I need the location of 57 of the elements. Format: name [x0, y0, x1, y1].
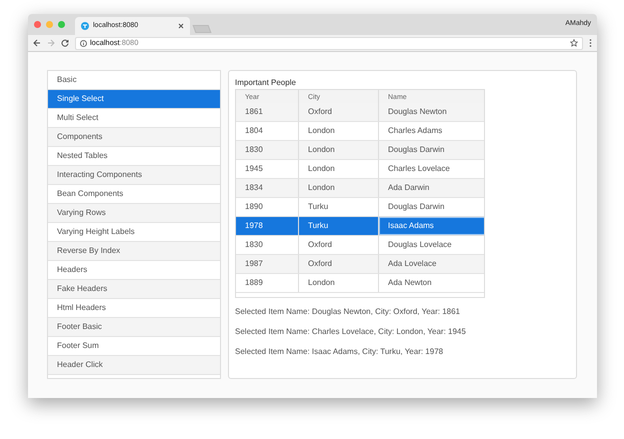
table-cell: 1830 — [236, 141, 299, 159]
panel-title: Important People — [235, 77, 297, 89]
star-icon[interactable] — [570, 39, 578, 47]
back-icon[interactable] — [33, 39, 41, 47]
sidebar-item[interactable]: Reverse By Index — [48, 242, 220, 261]
sidebar-item[interactable]: Single Select — [48, 90, 220, 109]
table-cell: London — [299, 160, 379, 178]
table-cell: London — [299, 274, 379, 292]
sidebar-item[interactable]: Interacting Components — [48, 166, 220, 185]
table-cell: Turku — [299, 217, 379, 235]
table-row[interactable]: 1804 London Charles Adams — [236, 122, 484, 141]
table-row[interactable]: 1987 Oxford Ada Lovelace — [236, 255, 484, 274]
table-row[interactable]: 1834 London Ada Darwin — [236, 179, 484, 198]
selection-message: Selected Item Name: Douglas Newton, City: Oxford, Year: 1861 — [235, 306, 462, 318]
table-cell: Oxford — [299, 255, 379, 273]
table-cell: 1987 — [236, 255, 299, 273]
table-row[interactable]: 1890 Turku Douglas Darwin — [236, 198, 484, 217]
table-cell-text: Ada Newton — [387, 277, 433, 289]
sidebar-item[interactable]: Fake Headers — [48, 280, 220, 299]
table-cell-text: Ada Darwin — [387, 182, 430, 194]
table-cell-text: Ada Lovelace — [387, 258, 438, 270]
reload-icon[interactable] — [61, 39, 69, 47]
info-icon[interactable] — [80, 40, 87, 46]
table-cell: 1834 — [236, 179, 299, 197]
menu-icon[interactable] — [589, 39, 592, 47]
table-cell: Turku — [299, 198, 379, 216]
table-cell: 1978 — [236, 217, 299, 235]
selection-message: Selected Item Name: Charles Lovelace, City: London, Year: 1945 — [235, 326, 467, 338]
table-row[interactable]: 1830 London Douglas Darwin — [236, 141, 484, 160]
table-cell-text: Douglas Lovelace — [387, 239, 453, 251]
table-cell-text: Douglas Newton — [387, 106, 448, 118]
table-cell: London — [299, 122, 379, 140]
table-cell: 1830 — [236, 236, 299, 254]
table-cell-text: Charles Lovelace — [387, 163, 451, 175]
sidebar-item[interactable]: Varying Rows — [48, 204, 220, 223]
table-cell: 1890 — [236, 198, 299, 216]
sidebar-item[interactable]: Components — [48, 128, 220, 147]
table-cell: 1945 — [236, 160, 299, 178]
sidebar-item[interactable]: Header Click — [48, 356, 220, 375]
selection-message: Selected Item Name: Isaac Adams, City: Turku, Year: 1978 — [235, 346, 444, 358]
sidebar-item[interactable]: Footer Basic — [48, 318, 220, 337]
table-cell-text: Douglas Darwin — [387, 201, 446, 213]
table-cell: 1889 — [236, 274, 299, 292]
table-cell: Isaac Adams — [379, 217, 484, 235]
table-row[interactable]: 1945 London Charles Lovelace — [236, 160, 484, 179]
table-cell: Oxford — [299, 103, 379, 121]
table-cell: 1861 — [236, 103, 299, 121]
table-row[interactable]: 1889 London Ada Newton — [236, 274, 484, 293]
table-cell: London — [299, 141, 379, 159]
table-row[interactable]: 1830 Oxford Douglas Lovelace — [236, 236, 484, 255]
table-cell: London — [299, 179, 379, 197]
close-icon[interactable] — [178, 23, 184, 29]
table-cell-text: Charles Adams — [387, 125, 444, 137]
table-cell-text: Douglas Darwin — [387, 144, 446, 156]
table-row[interactable]: 1978 Turku Isaac Adams — [236, 217, 484, 236]
table-cell: Oxford — [299, 236, 379, 254]
table-cell: 1804 — [236, 122, 299, 140]
